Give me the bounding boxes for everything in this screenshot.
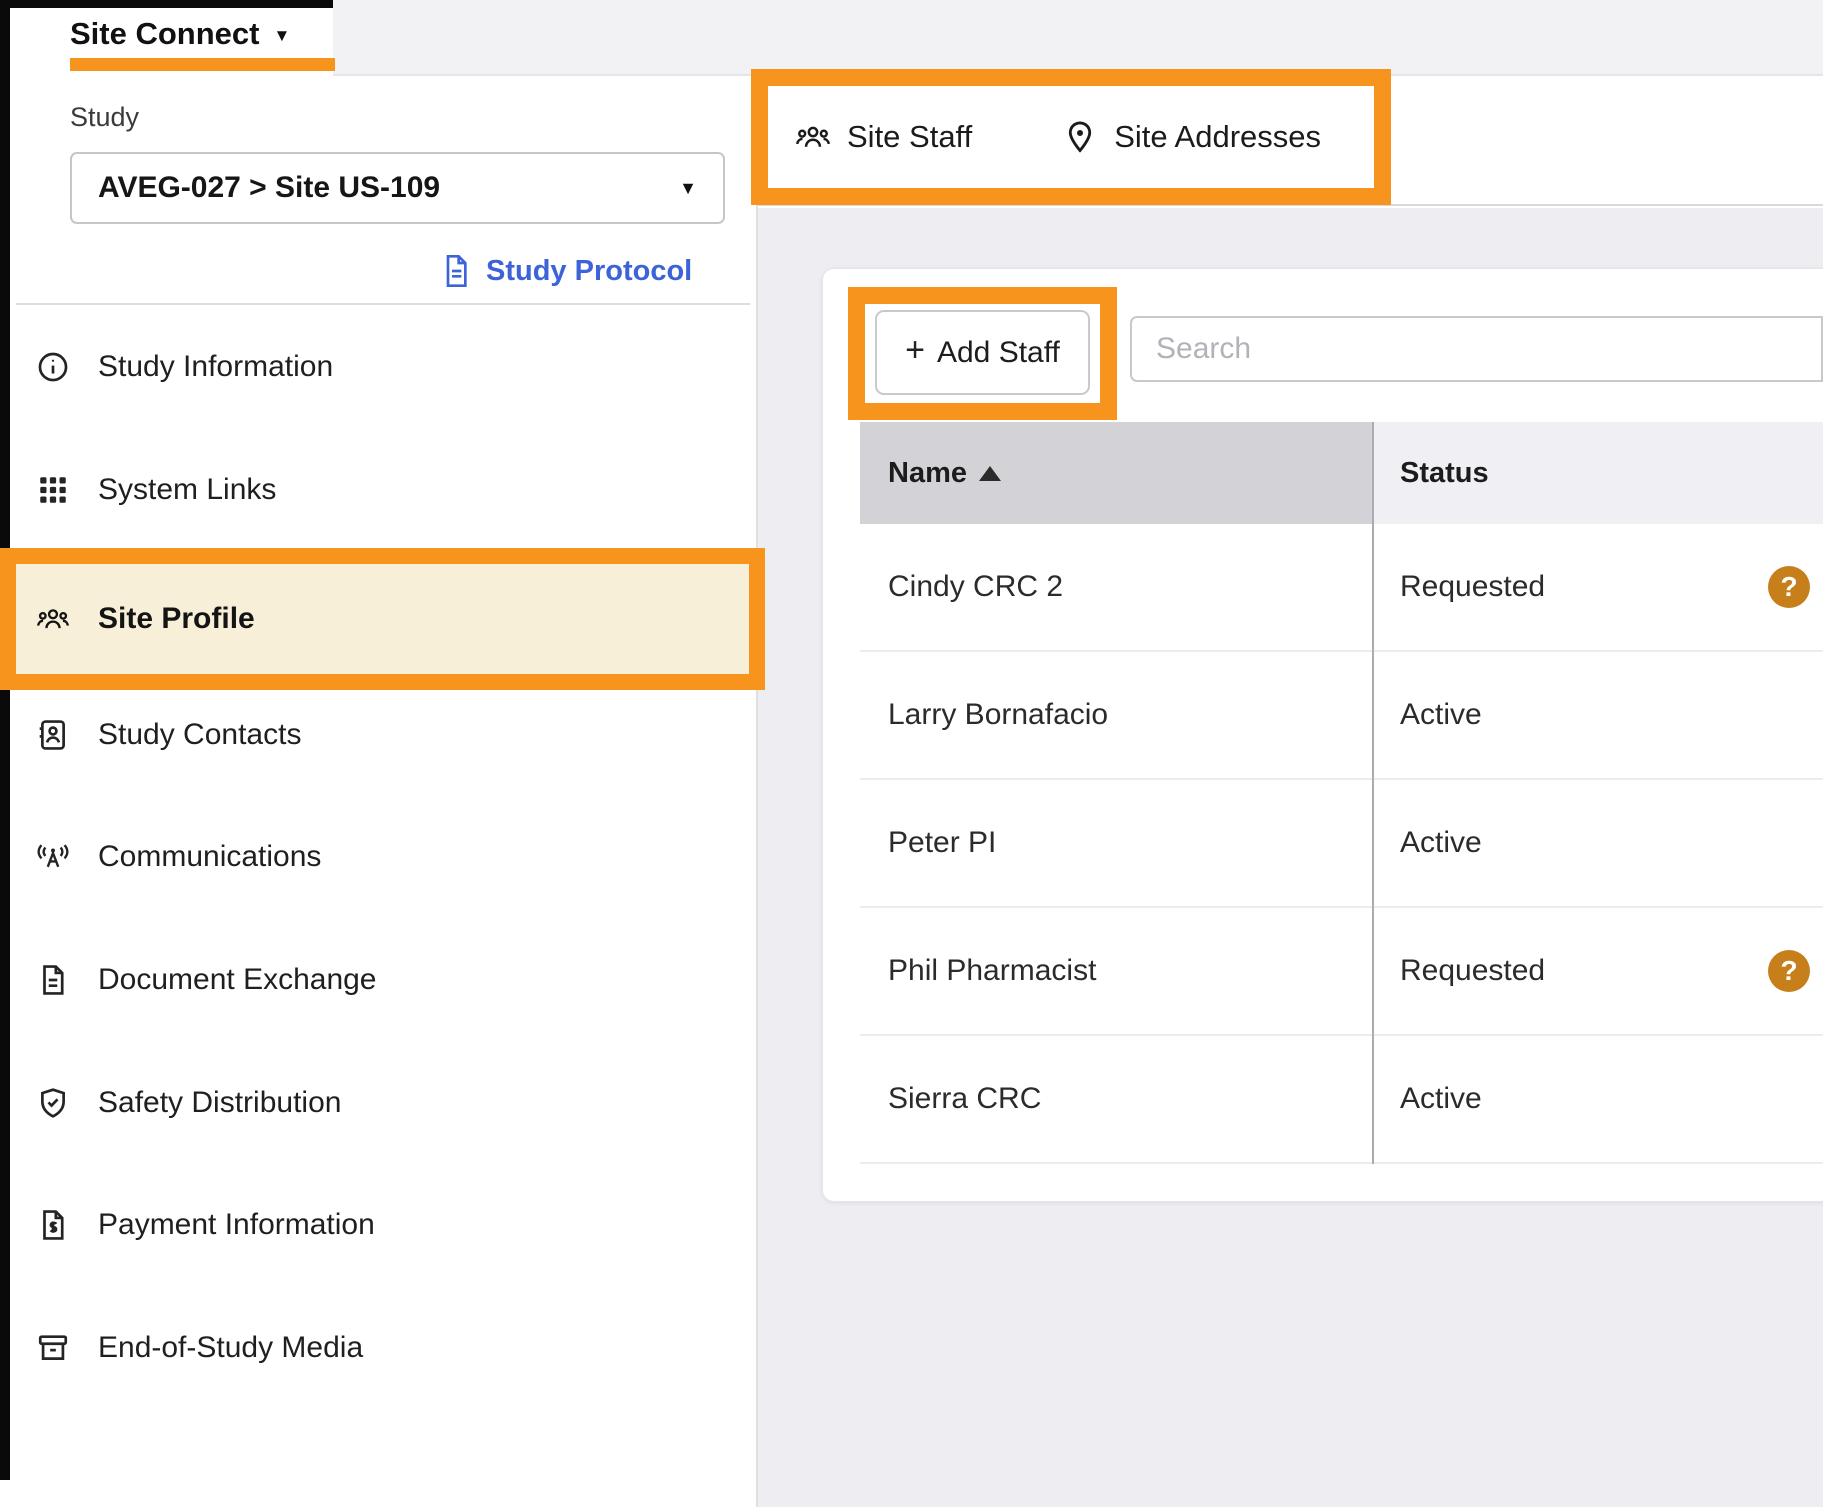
info-circle-icon	[36, 350, 70, 384]
staff-name-cell: Peter PI	[860, 780, 1372, 906]
staff-name-cell: Cindy CRC 2	[860, 524, 1372, 650]
sidebar-section-divider	[16, 303, 750, 305]
archive-box-icon	[36, 1331, 70, 1365]
sidebar-item-system-links[interactable]: System Links	[16, 435, 740, 545]
table-row[interactable]: Cindy CRC 2 Requested ?	[860, 524, 1823, 652]
sidebar-item-label: Payment Information	[98, 1208, 375, 1242]
sidebar-item-study-contacts[interactable]: Study Contacts	[16, 680, 740, 790]
chevron-down-icon: ▼	[679, 178, 697, 199]
sidebar-item-label: Document Exchange	[98, 963, 377, 997]
column-header-label: Name	[888, 457, 967, 490]
payment-document-icon	[36, 1208, 70, 1242]
table-row[interactable]: Larry Bornafacio Active ?	[860, 652, 1823, 780]
study-label: Study	[70, 102, 139, 133]
sidebar-item-study-information[interactable]: Study Information	[16, 312, 740, 422]
status-value: Requested	[1400, 954, 1545, 988]
sidebar-item-label: Site Profile	[98, 602, 255, 636]
study-protocol-link[interactable]: Study Protocol	[440, 248, 692, 294]
study-protocol-label: Study Protocol	[486, 255, 692, 288]
contact-card-icon	[36, 718, 70, 752]
table-column-divider	[1372, 422, 1374, 1164]
staff-status-cell: Active ?	[1372, 780, 1823, 906]
document-icon	[440, 253, 472, 289]
product-tab-site-connect[interactable]: Site Connect ▼	[70, 10, 290, 58]
column-header-label: Status	[1400, 457, 1489, 490]
sidebar-item-communications[interactable]: Communications	[16, 802, 740, 912]
people-group-icon	[36, 602, 70, 636]
staff-status-cell: Active ?	[1372, 652, 1823, 778]
sidebar-item-label: Study Contacts	[98, 718, 301, 752]
chevron-down-icon: ▼	[273, 26, 290, 46]
table-header-row: Name Status	[860, 422, 1823, 524]
status-value: Active	[1400, 826, 1482, 860]
document-icon	[36, 963, 70, 997]
grid-icon	[36, 473, 70, 507]
table-row[interactable]: Phil Pharmacist Requested ?	[860, 908, 1823, 1036]
help-icon[interactable]: ?	[1768, 566, 1810, 608]
staff-name-cell: Larry Bornafacio	[860, 652, 1372, 778]
table-row[interactable]: Sierra CRC Active ?	[860, 1036, 1823, 1164]
app-window: Site Connect ▼ Study AVEG-027 > Site US-…	[0, 0, 1823, 1507]
top-edge-black-strip	[0, 0, 333, 8]
staff-status-cell: Requested ?	[1372, 908, 1823, 1034]
sidebar-item-end-of-study-media[interactable]: End-of-Study Media	[16, 1293, 740, 1403]
sort-ascending-icon	[979, 466, 1001, 481]
status-value: Active	[1400, 698, 1482, 732]
product-tab-label: Site Connect	[70, 16, 259, 52]
shield-check-icon	[36, 1086, 70, 1120]
staff-table: Name Status Cindy CRC 2 Requested ? Larr…	[860, 422, 1823, 1164]
staff-name-cell: Sierra CRC	[860, 1036, 1372, 1162]
sidebar-item-label: End-of-Study Media	[98, 1331, 363, 1365]
sidebar-item-site-profile[interactable]: Site Profile	[16, 564, 749, 674]
sidebar-item-label: Safety Distribution	[98, 1086, 341, 1120]
column-header-name[interactable]: Name	[860, 422, 1372, 524]
table-row[interactable]: Peter PI Active ?	[860, 780, 1823, 908]
search-input[interactable]	[1130, 316, 1823, 382]
staff-name-cell: Phil Pharmacist	[860, 908, 1372, 1034]
help-icon[interactable]: ?	[1768, 950, 1810, 992]
sidebar-item-label: Study Information	[98, 350, 333, 384]
sidebar-item-label: Communications	[98, 840, 321, 874]
sidebar-item-payment-information[interactable]: Payment Information	[16, 1170, 740, 1280]
sidebar-item-safety-distribution[interactable]: Safety Distribution	[16, 1048, 740, 1158]
study-selector-value: AVEG-027 > Site US-109	[98, 171, 679, 205]
left-edge-black-strip	[0, 0, 10, 1480]
staff-status-cell: Active ?	[1372, 1036, 1823, 1162]
staff-status-cell: Requested ?	[1372, 524, 1823, 650]
top-bar	[333, 0, 1823, 76]
product-tab-active-underline	[70, 58, 335, 71]
column-header-status[interactable]: Status	[1372, 422, 1823, 524]
sidebar-item-document-exchange[interactable]: Document Exchange	[16, 925, 740, 1035]
study-selector[interactable]: AVEG-027 > Site US-109 ▼	[70, 152, 725, 224]
sidebar-item-label: System Links	[98, 473, 276, 507]
antenna-icon	[36, 840, 70, 874]
annotation-box-tabs	[751, 69, 1391, 205]
status-value: Requested	[1400, 570, 1545, 604]
annotation-box-add-staff	[848, 287, 1117, 420]
status-value: Active	[1400, 1082, 1482, 1116]
